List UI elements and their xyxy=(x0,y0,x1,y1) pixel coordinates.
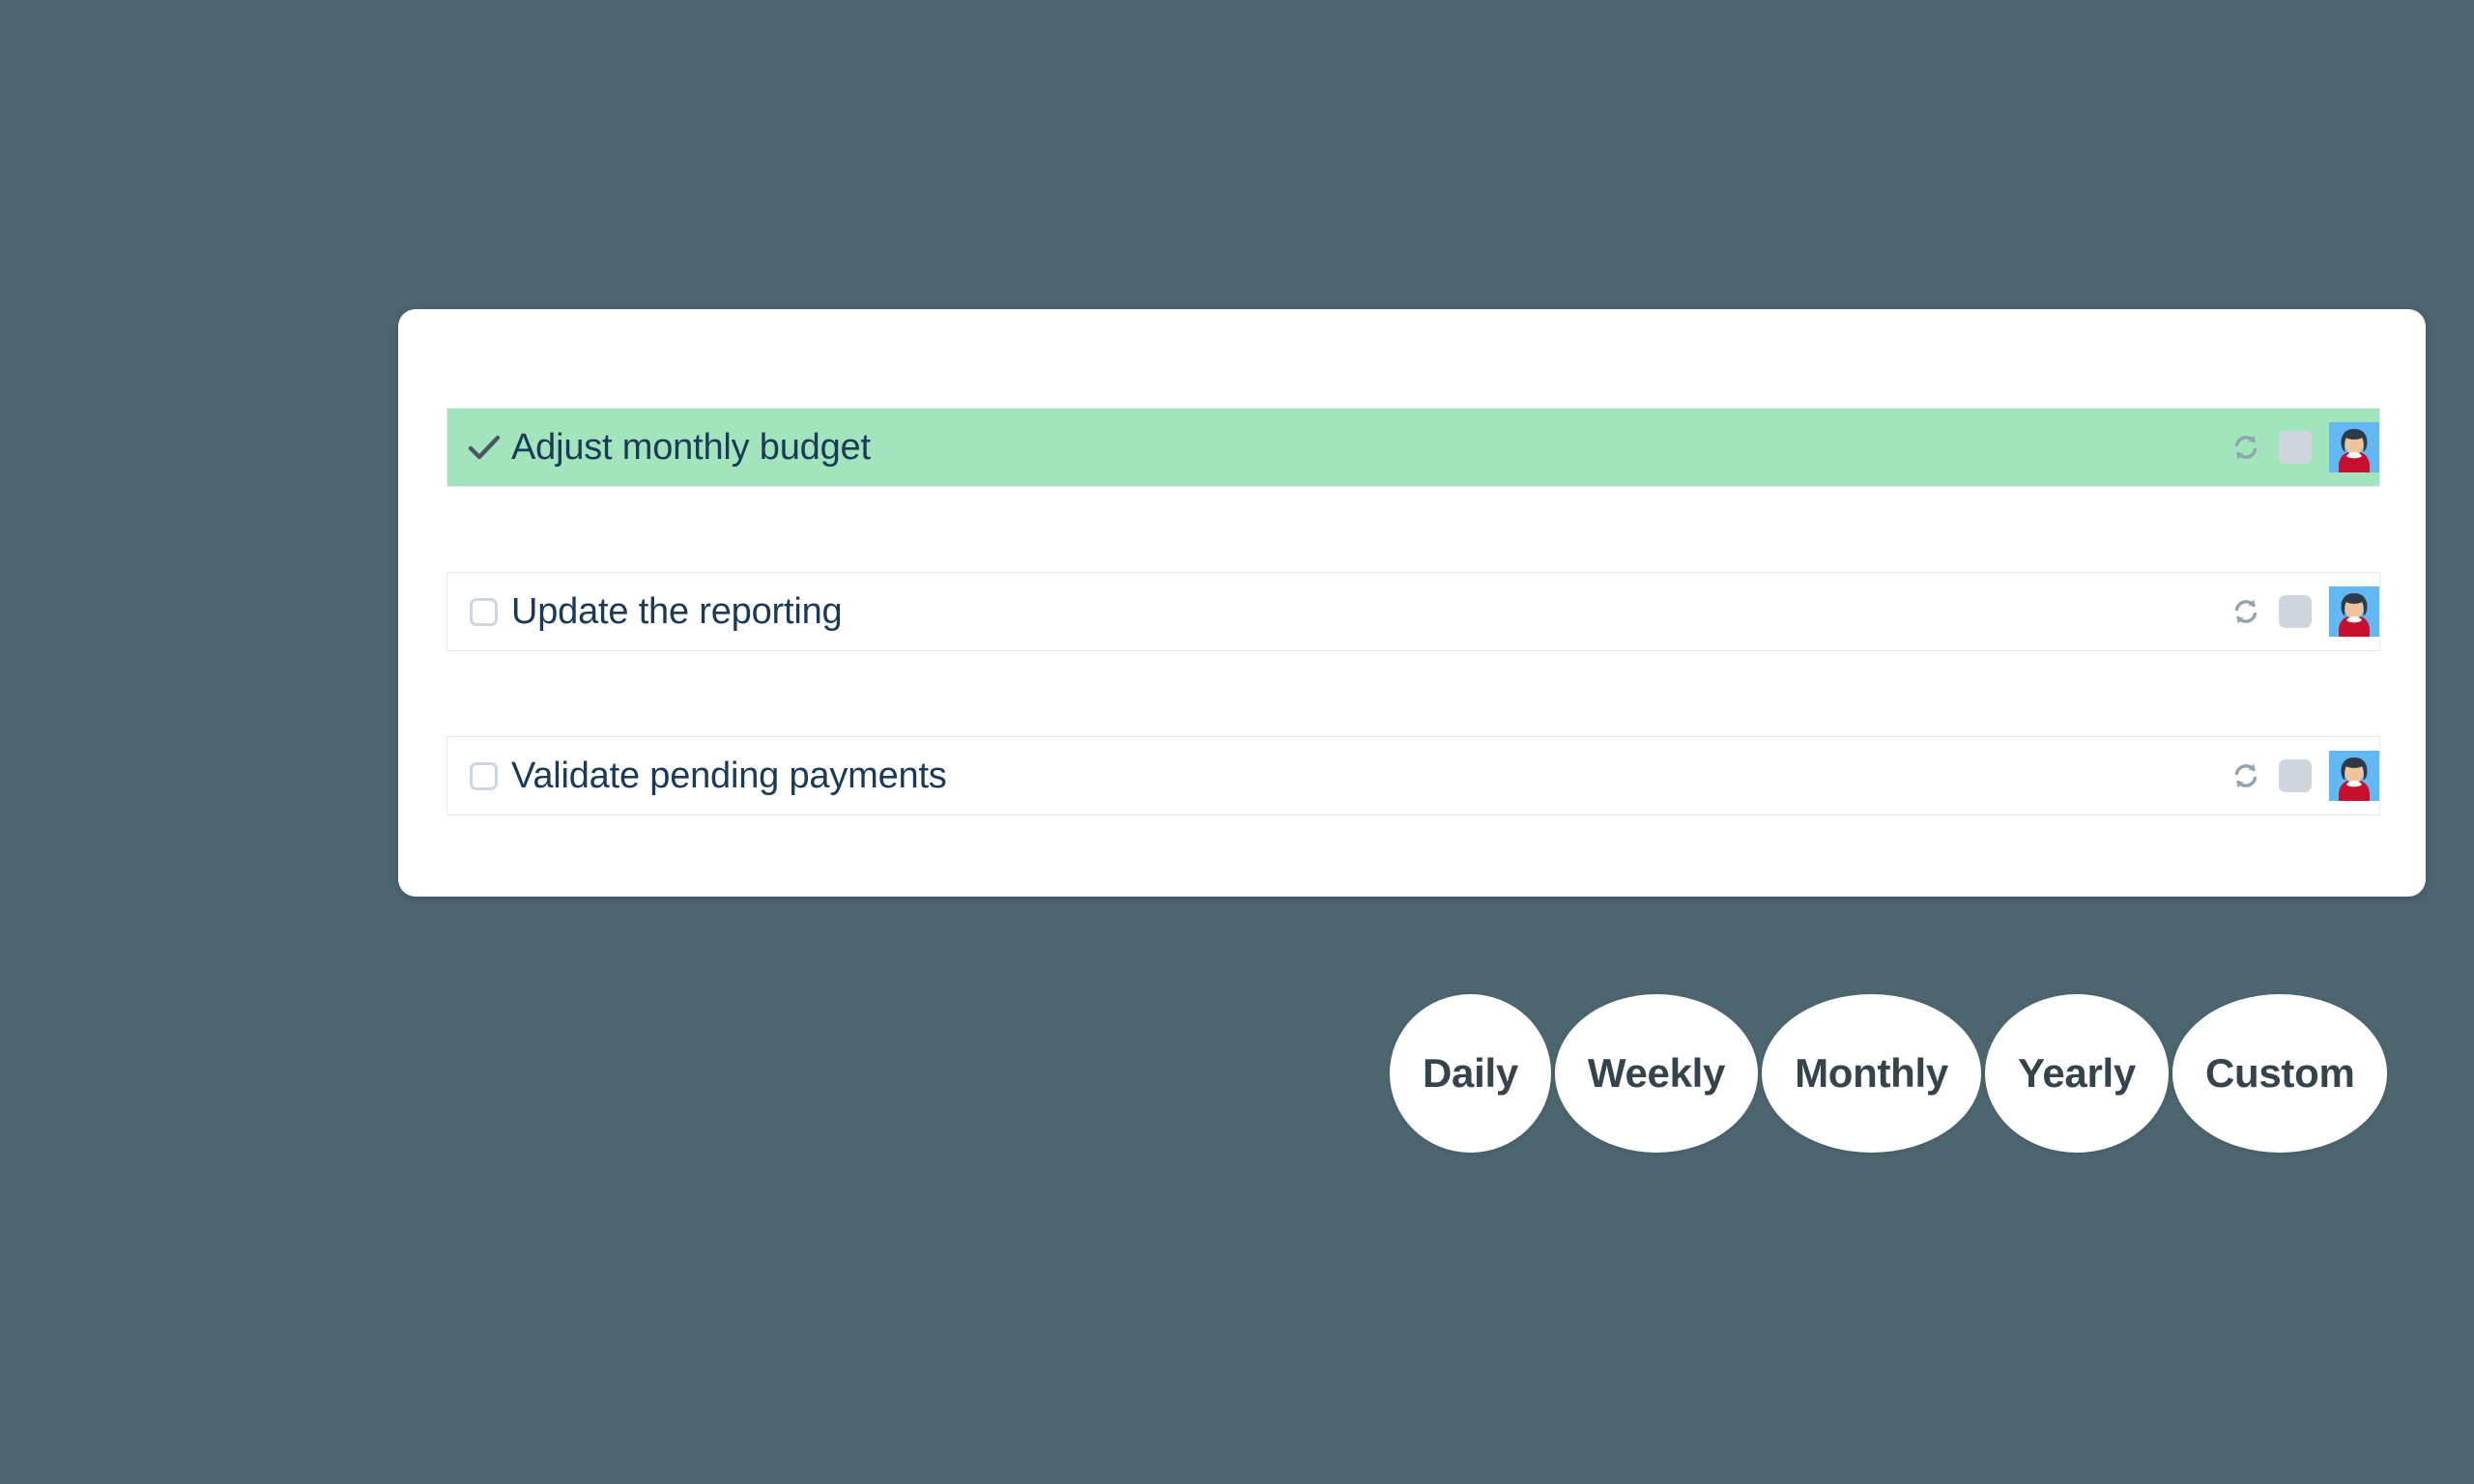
task-label: Update the reporting xyxy=(511,591,843,632)
pill-label: Weekly xyxy=(1587,1050,1726,1096)
pill-monthly[interactable]: Monthly xyxy=(1762,994,1981,1153)
task-row-left: Validate pending payments xyxy=(447,757,2227,794)
frequency-pill-bar: Daily Weekly Monthly Yearly Custom xyxy=(1390,990,2388,1156)
task-row-right xyxy=(2227,409,2379,486)
grey-square-toggle[interactable] xyxy=(2279,595,2312,628)
avatar[interactable] xyxy=(2329,751,2379,801)
pill-label: Yearly xyxy=(2017,1050,2136,1096)
check-icon[interactable] xyxy=(465,428,503,467)
avatar[interactable] xyxy=(2329,422,2379,472)
task-label: Adjust monthly budget xyxy=(511,427,871,468)
pill-custom[interactable]: Custom xyxy=(2172,994,2388,1153)
sync-icon[interactable] xyxy=(2227,756,2265,795)
avatar[interactable] xyxy=(2329,586,2379,637)
task-row-left: Update the reporting xyxy=(447,593,2227,630)
pill-daily[interactable]: Daily xyxy=(1390,994,1551,1153)
task-row-left: Adjust monthly budget xyxy=(447,428,2227,467)
task-card: Adjust monthly budget Update the reporti… xyxy=(398,309,2426,897)
checkbox-unchecked-icon[interactable] xyxy=(470,597,498,626)
task-row-right xyxy=(2227,737,2379,814)
task-row[interactable]: Update the reporting xyxy=(446,572,2380,651)
pill-weekly[interactable]: Weekly xyxy=(1554,994,1759,1153)
sync-icon[interactable] xyxy=(2227,428,2265,467)
pill-label: Monthly xyxy=(1795,1050,1948,1096)
task-row-right xyxy=(2227,573,2379,650)
task-label: Validate pending payments xyxy=(511,756,947,796)
task-list: Adjust monthly budget Update the reporti… xyxy=(398,309,2426,897)
grey-square-toggle[interactable] xyxy=(2279,431,2312,464)
task-row[interactable]: Validate pending payments xyxy=(446,736,2380,815)
pill-label: Daily xyxy=(1423,1050,1518,1096)
grey-square-toggle[interactable] xyxy=(2279,759,2312,792)
pill-yearly[interactable]: Yearly xyxy=(1984,994,2169,1153)
pill-label: Custom xyxy=(2204,1050,2355,1096)
checkbox-unchecked-icon[interactable] xyxy=(470,761,498,790)
sync-icon[interactable] xyxy=(2227,592,2265,631)
task-row[interactable]: Adjust monthly budget xyxy=(446,408,2380,487)
